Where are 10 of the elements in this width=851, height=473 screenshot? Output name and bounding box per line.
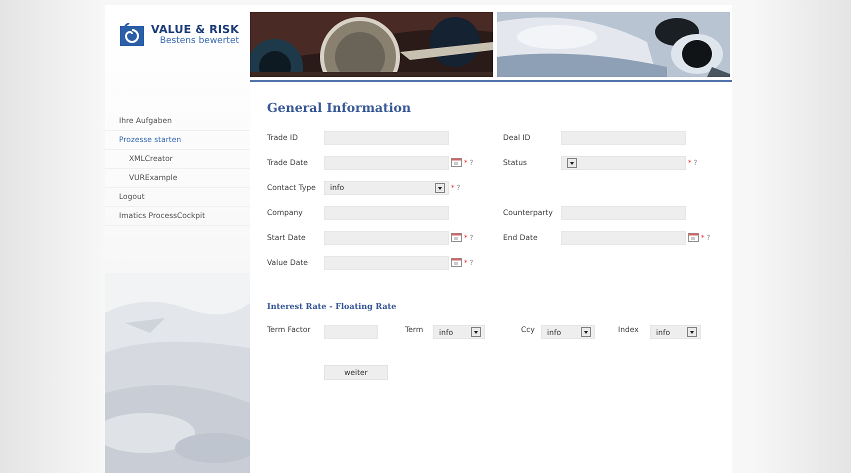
section-title: Interest Rate - Floating Rate	[267, 301, 398, 311]
calendar-icon[interactable]	[451, 158, 462, 167]
calendar-icon[interactable]	[451, 233, 462, 242]
logo-icon	[119, 23, 145, 47]
calendar-icon[interactable]	[451, 258, 462, 267]
dropdown-field[interactable]	[561, 156, 686, 170]
logo-tagline: Bestens bewertet	[160, 36, 240, 46]
logo-name: VALUE & RISK	[151, 23, 240, 36]
section-title: General Information	[267, 100, 412, 115]
calendar-icon[interactable]	[688, 233, 699, 242]
